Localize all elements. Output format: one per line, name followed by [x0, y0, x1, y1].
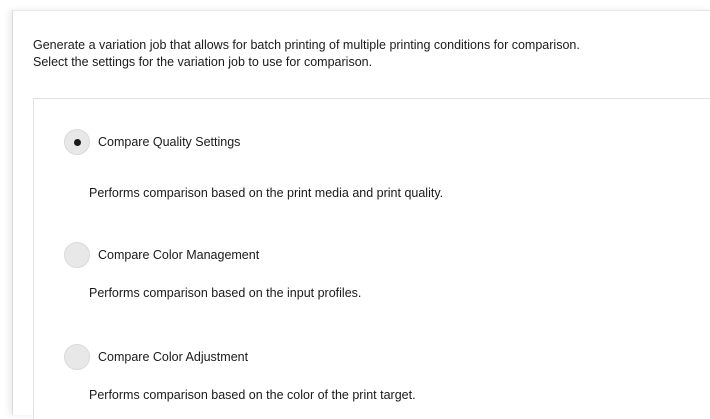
- intro-line-1: Generate a variation job that allows for…: [33, 38, 580, 52]
- intro-line-2: Select the settings for the variation jo…: [33, 55, 373, 69]
- option-label-quality: Compare Quality Settings: [98, 135, 241, 149]
- radio-selected-dot-icon: [73, 138, 81, 146]
- comparison-options-group: Compare Quality Settings Performs compar…: [33, 98, 710, 419]
- option-compare-color-adjustment[interactable]: Compare Color Adjustment: [64, 344, 248, 370]
- option-label-color-management: Compare Color Management: [98, 248, 260, 262]
- option-compare-color-management[interactable]: Compare Color Management: [64, 242, 259, 268]
- option-label-color-adjustment: Compare Color Adjustment: [98, 350, 249, 364]
- option-description-quality: Performs comparison based on the print m…: [89, 186, 444, 200]
- option-compare-quality-settings[interactable]: Compare Quality Settings: [64, 129, 240, 155]
- radio-compare-color-management[interactable]: [64, 242, 90, 268]
- radio-compare-color-adjustment[interactable]: [64, 344, 90, 370]
- option-description-color-management: Performs comparison based on the input p…: [89, 286, 362, 300]
- intro-text: Generate a variation job that allows for…: [33, 37, 580, 71]
- option-description-color-adjustment: Performs comparison based on the color o…: [89, 388, 416, 402]
- radio-compare-quality-settings[interactable]: [64, 129, 90, 155]
- variation-job-panel: Generate a variation job that allows for…: [12, 10, 710, 419]
